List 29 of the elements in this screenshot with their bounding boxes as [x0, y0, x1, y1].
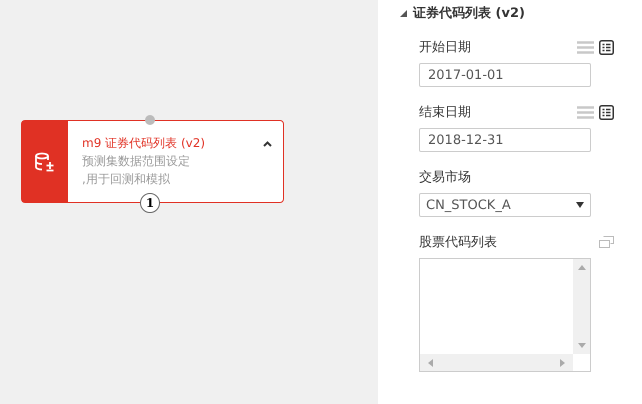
expand-window-icon[interactable]	[599, 236, 614, 248]
panel-title: 证券代码列表 (v2)	[413, 5, 525, 22]
node-description: 预测集数据范围设定	[82, 153, 191, 170]
code-list-field[interactable]	[419, 258, 591, 372]
scroll-down-icon[interactable]	[578, 343, 586, 348]
scroll-left-icon[interactable]	[428, 358, 433, 366]
field-label: 结束日期	[419, 104, 471, 121]
date-field[interactable]: 2017-01-01	[419, 63, 591, 87]
node-description: ,用于回测和模拟	[82, 171, 171, 188]
expanded-triangle-icon[interactable]	[400, 10, 407, 16]
database-add-icon	[34, 152, 56, 172]
field-label: 开始日期	[419, 39, 471, 56]
field-label: 交易市场	[419, 169, 471, 186]
output-port[interactable]: 1	[140, 193, 160, 213]
scroll-right-icon[interactable]	[560, 358, 565, 366]
horizontal-scrollbar[interactable]	[420, 354, 573, 371]
scroll-up-icon[interactable]	[578, 265, 586, 270]
form-icon[interactable]	[599, 104, 614, 120]
date-field[interactable]: 2018-12-31	[419, 128, 591, 152]
field-label: 股票代码列表	[419, 234, 497, 251]
form-icon[interactable]	[599, 40, 614, 54]
dropdown-arrow-icon	[576, 202, 584, 208]
vertical-scrollbar[interactable]	[573, 259, 590, 354]
menu-icon[interactable]	[577, 40, 594, 54]
menu-icon[interactable]	[577, 106, 594, 118]
input-port[interactable]	[145, 115, 155, 125]
collapse-caret-icon[interactable]	[263, 141, 272, 147]
market-dropdown[interactable]: CN_STOCK_A	[419, 193, 591, 217]
node-title: m9 证券代码列表 (v2)	[82, 135, 206, 152]
